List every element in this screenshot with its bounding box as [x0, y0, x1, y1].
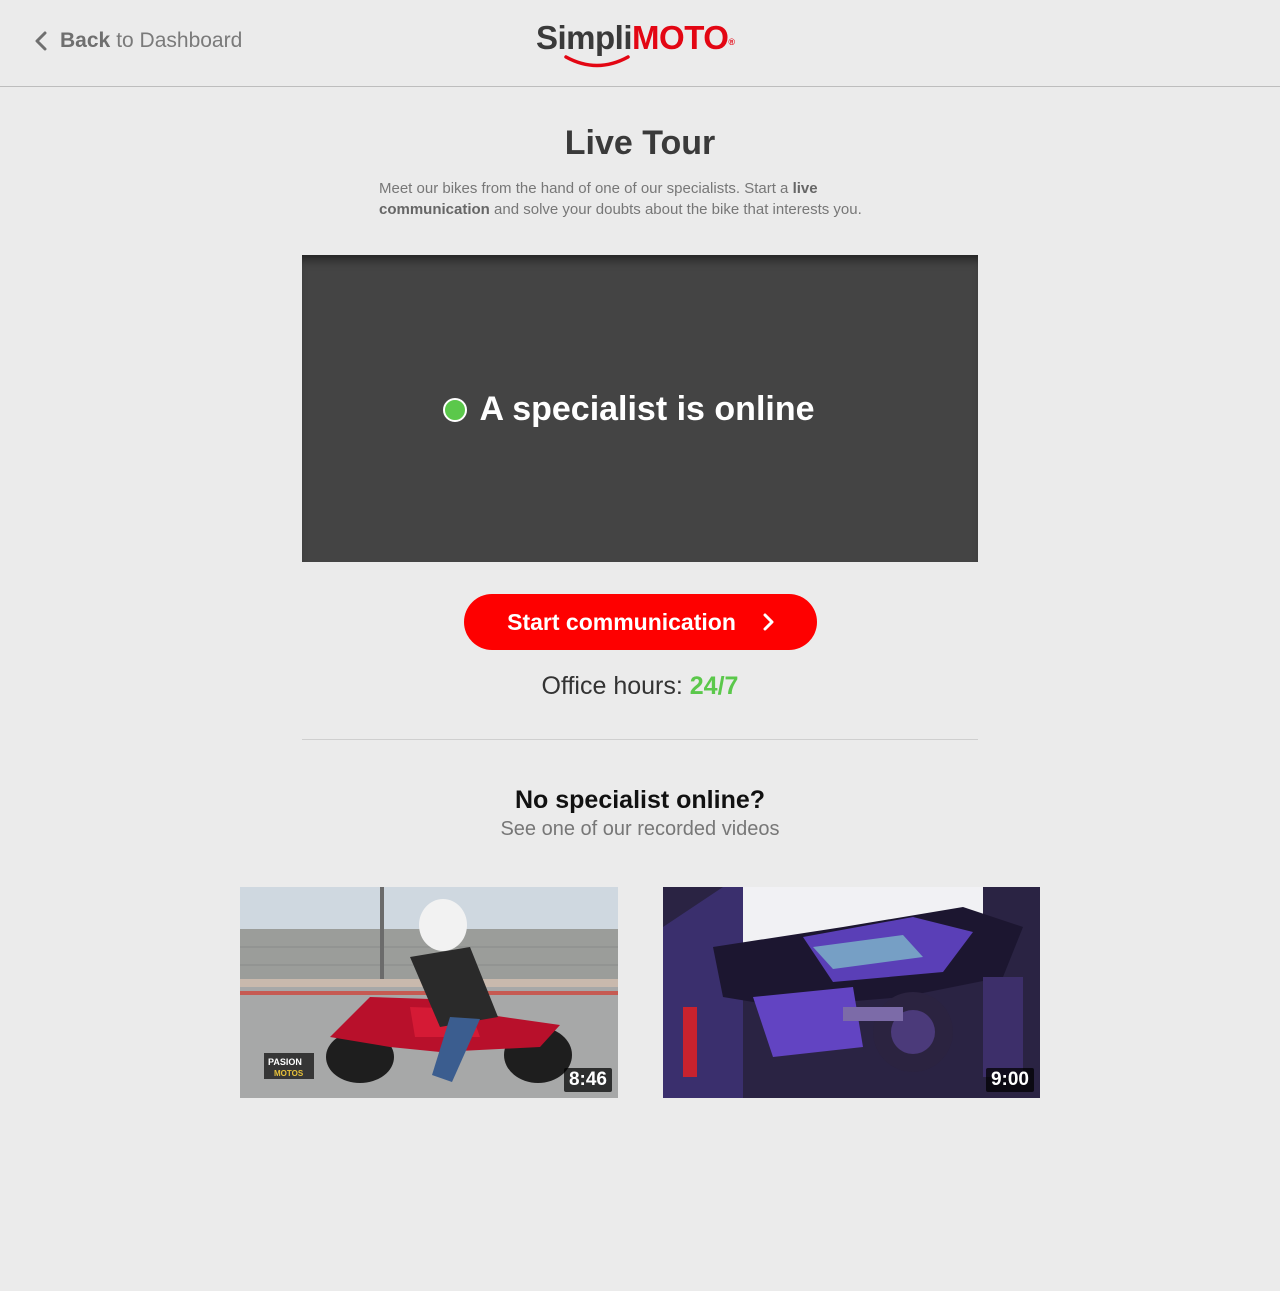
video-thumbnail-purple-bike-icon [663, 887, 1040, 1098]
back-to-dashboard-link[interactable]: Back to Dashboard [34, 29, 242, 53]
intro-text: Meet our bikes from the hand of one of o… [379, 180, 862, 218]
start-communication-button[interactable]: Start communication [464, 594, 817, 650]
logo-reg: ® [728, 37, 735, 47]
start-communication-label: Start communication [507, 608, 736, 635]
logo-swoosh-icon [564, 55, 630, 68]
logo-part1: Simpli [536, 19, 633, 56]
svg-text:PASION: PASION [268, 1057, 302, 1067]
video-2-duration: 9:00 [985, 1068, 1034, 1092]
section-divider [302, 739, 978, 740]
office-hours: Office hours: 24/7 [0, 672, 1280, 701]
top-header: Back to Dashboard SimpliMOTO® [0, 0, 1280, 87]
recorded-video-2[interactable]: 9:00 [663, 887, 1040, 1098]
office-hours-label: Office hours: [541, 672, 683, 700]
chevron-right-icon [762, 612, 774, 632]
recorded-video-1[interactable]: PASION MOTOS 8:46 [240, 887, 618, 1098]
svg-text:MOTOS: MOTOS [274, 1069, 304, 1078]
online-dot-icon [443, 397, 468, 422]
office-hours-value: 24/7 [689, 672, 739, 700]
back-label-bold: Back [60, 29, 111, 52]
video-thumbnail-red-bike-icon: PASION MOTOS [240, 887, 618, 1098]
chevron-left-icon [34, 29, 52, 53]
video-1-duration: 8:46 [563, 1068, 612, 1092]
back-label-rest: to Dashboard [116, 29, 243, 52]
page-title: Live Tour [564, 124, 716, 162]
logo-part2: MOTO [632, 19, 729, 56]
specialist-online-status: A specialist is online [0, 390, 1280, 429]
no-specialist-heading: No specialist online? [514, 786, 766, 814]
online-status-text: A specialist is online [479, 390, 815, 428]
simplimoto-logo[interactable]: SimpliMOTO® [536, 18, 746, 70]
recorded-videos-subheading: See one of our recorded videos [500, 818, 780, 840]
